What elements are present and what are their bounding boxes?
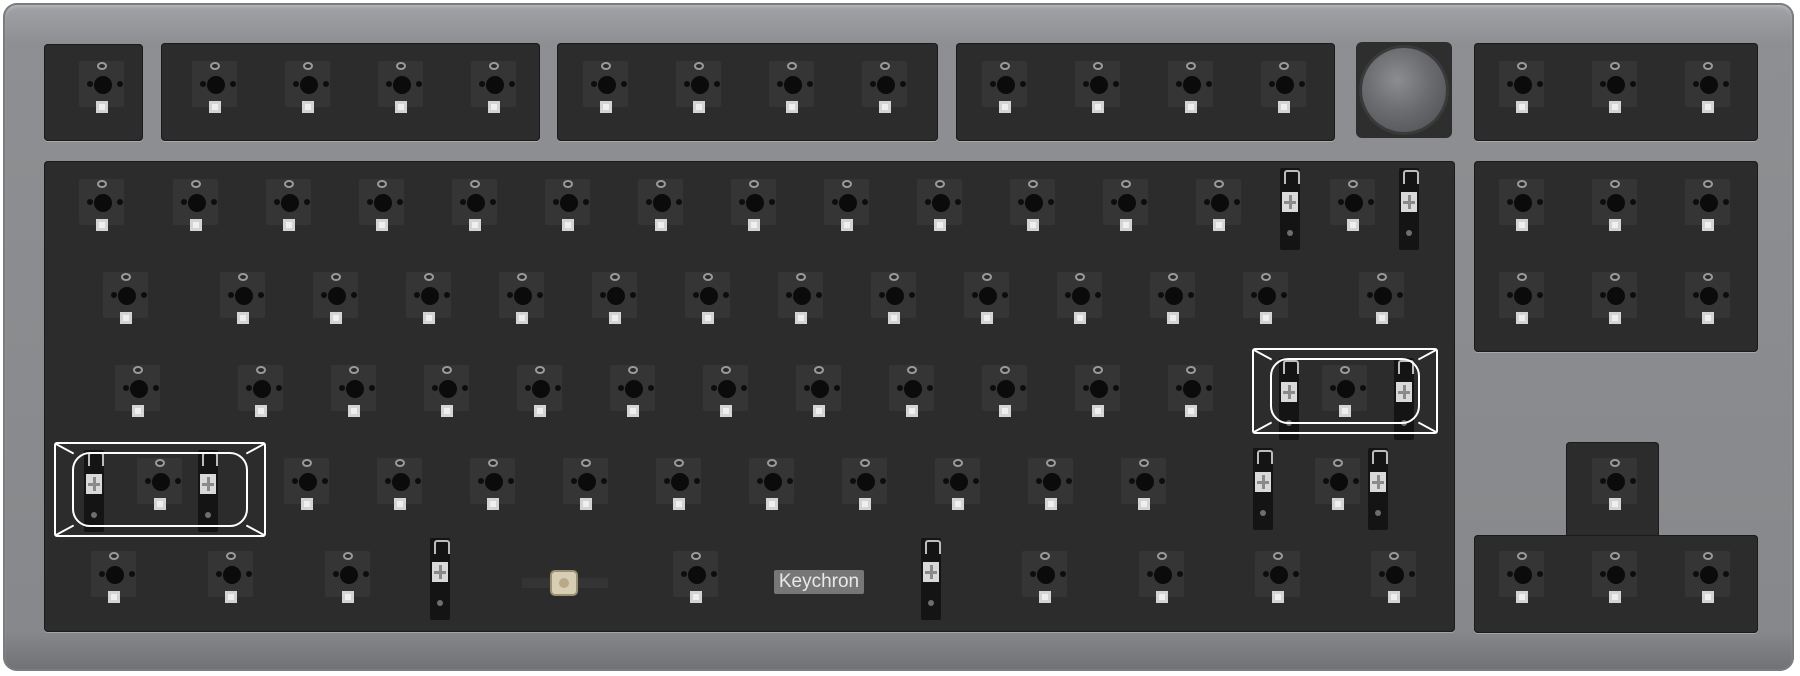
switch-socket-r2-14 (1321, 172, 1383, 234)
switch-socket-r6-11 (1676, 544, 1738, 606)
switch-socket-r2-12 (1094, 172, 1156, 234)
switch-socket-r4-4 (415, 358, 477, 420)
switch-socket-r2-6 (536, 172, 598, 234)
switch-socket-r6-2 (199, 544, 261, 606)
switch-socket-r4-3 (322, 358, 384, 420)
switch-socket-r3-14 (1350, 265, 1412, 327)
switch-socket-r4-2 (229, 358, 291, 420)
switch-socket-r3-13 (1234, 265, 1296, 327)
switch-socket-r1-5 (462, 54, 524, 116)
stabilizer-highlight-lshift (54, 442, 266, 537)
switch-socket-r1-12 (1159, 54, 1221, 116)
switch-socket-r1-4 (369, 54, 431, 116)
switch-socket-r1-14 (1490, 54, 1552, 116)
switch-socket-r1-7 (667, 54, 729, 116)
switch-socket-r2-9 (815, 172, 877, 234)
switch-socket-r1-8 (760, 54, 822, 116)
switch-socket-r5-10 (1019, 451, 1081, 513)
switch-socket-r5-8 (833, 451, 895, 513)
switch-socket-r2-2 (164, 172, 226, 234)
switch-socket-r2-11 (1001, 172, 1063, 234)
switch-socket-r5-4 (461, 451, 523, 513)
switch-socket-r6-3 (316, 544, 378, 606)
switch-socket-r3-7 (676, 265, 738, 327)
switch-socket-r4-8 (787, 358, 849, 420)
switch-socket-r6-9 (1490, 544, 1552, 606)
switch-socket-r3-11 (1048, 265, 1110, 327)
switch-socket-r6-10 (1583, 544, 1645, 606)
switch-socket-r2-5 (443, 172, 505, 234)
switch-socket-r2-4 (350, 172, 412, 234)
switch-socket-r3-1 (94, 265, 156, 327)
switch-socket-r4-12 (1159, 358, 1221, 420)
switch-socket-r1-2 (183, 54, 245, 116)
stabilizer-icon-9 (430, 538, 450, 620)
switch-socket-r1-13 (1252, 54, 1314, 116)
switch-socket-r2-15 (1490, 172, 1552, 234)
switch-socket-r1-10 (973, 54, 1035, 116)
stabilizer-icon-1 (1280, 168, 1300, 250)
switch-socket-r3-8 (769, 265, 831, 327)
reset-button-icon (552, 572, 576, 594)
rotary-knob-icon[interactable] (1362, 48, 1446, 132)
switch-socket-r3-9 (862, 265, 924, 327)
switch-socket-r5-3 (368, 451, 430, 513)
switch-socket-r4-6 (601, 358, 663, 420)
switch-socket-r3-12 (1141, 265, 1203, 327)
switch-socket-r5-6 (647, 451, 709, 513)
switch-socket-r3-15 (1490, 265, 1552, 327)
keyboard-pcb-diagram: Keychron (0, 0, 1800, 676)
stabilizer-icon-8 (1368, 448, 1388, 530)
switch-socket-r3-4 (397, 265, 459, 327)
switch-socket-r1-1 (70, 54, 132, 116)
switch-socket-r6-6 (1130, 544, 1192, 606)
switch-socket-r4-7 (694, 358, 756, 420)
switch-socket-r2-3 (257, 172, 319, 234)
switch-socket-r4-11 (1066, 358, 1128, 420)
switch-socket-r3-6 (583, 265, 645, 327)
switch-socket-r1-15 (1583, 54, 1645, 116)
switch-socket-r3-17 (1676, 265, 1738, 327)
switch-socket-r6-7 (1246, 544, 1308, 606)
switch-socket-r2-10 (908, 172, 970, 234)
switch-socket-r3-5 (490, 265, 552, 327)
switch-socket-r5-13 (1583, 451, 1645, 513)
switch-socket-r3-3 (304, 265, 366, 327)
switch-socket-r2-1 (70, 172, 132, 234)
switch-socket-r3-2 (211, 265, 273, 327)
switch-socket-r6-1 (82, 544, 144, 606)
switch-socket-r5-5 (554, 451, 616, 513)
reset-button[interactable] (520, 568, 610, 598)
stabilizer-icon-7 (1253, 448, 1273, 530)
switch-socket-r1-6 (574, 54, 636, 116)
switch-socket-r5-12 (1306, 451, 1368, 513)
switch-socket-r3-16 (1583, 265, 1645, 327)
switch-socket-r6-5 (1013, 544, 1075, 606)
switch-socket-r6-8 (1362, 544, 1424, 606)
switch-socket-r2-8 (722, 172, 784, 234)
switch-socket-r5-2 (275, 451, 337, 513)
switch-socket-r2-7 (629, 172, 691, 234)
switch-socket-r5-11 (1112, 451, 1174, 513)
brand-label: Keychron (774, 570, 864, 594)
switch-socket-r1-11 (1066, 54, 1128, 116)
stabilizer-highlight-enter (1252, 348, 1438, 434)
switch-socket-r2-16 (1583, 172, 1645, 234)
switch-socket-r1-3 (276, 54, 338, 116)
switch-socket-r4-9 (880, 358, 942, 420)
stabilizer-icon-10 (921, 538, 941, 620)
switch-socket-r3-10 (955, 265, 1017, 327)
switch-socket-r2-17 (1676, 172, 1738, 234)
switch-socket-r5-9 (926, 451, 988, 513)
switch-socket-r4-1 (106, 358, 168, 420)
switch-socket-r1-9 (853, 54, 915, 116)
stabilizer-icon-2 (1399, 168, 1419, 250)
switch-socket-r2-13 (1187, 172, 1249, 234)
switch-socket-r4-5 (508, 358, 570, 420)
switch-socket-r4-10 (973, 358, 1035, 420)
switch-socket-r6-4 (664, 544, 726, 606)
switch-socket-r5-7 (740, 451, 802, 513)
switch-socket-r1-16 (1676, 54, 1738, 116)
